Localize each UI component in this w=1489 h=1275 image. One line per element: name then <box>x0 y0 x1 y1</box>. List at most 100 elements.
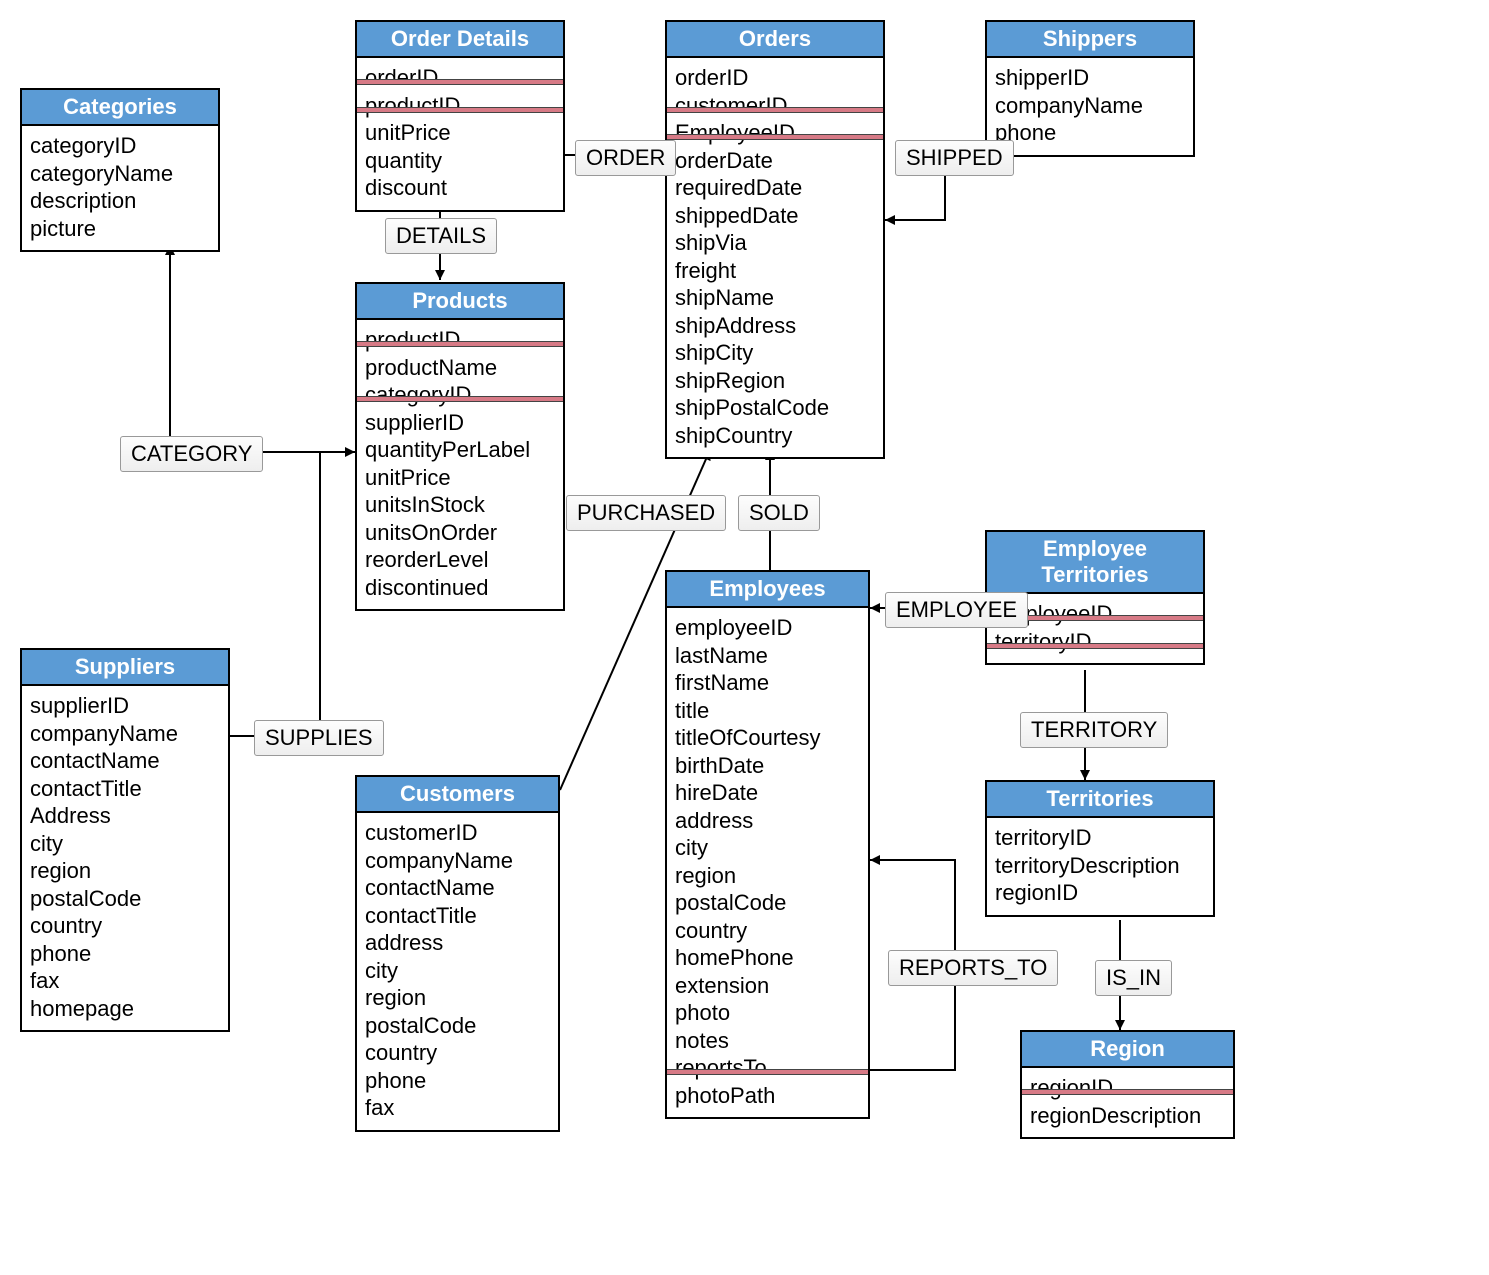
field-supplierID: supplierID <box>365 409 555 437</box>
rel-details: DETAILS <box>385 218 497 254</box>
field-contactName: contactName <box>365 874 550 902</box>
rel-is-in: IS_IN <box>1095 960 1172 996</box>
field-photo: photo <box>675 999 860 1027</box>
field-region: region <box>365 984 550 1012</box>
field-regionID: regionID <box>995 879 1205 907</box>
entity-header: Employee Territories <box>987 532 1203 594</box>
rel-employee: EMPLOYEE <box>885 592 1028 628</box>
entity-territories[interactable]: TerritoriesterritoryIDterritoryDescripti… <box>985 780 1215 917</box>
field-fax: fax <box>30 967 220 995</box>
field-city: city <box>365 957 550 985</box>
field-categoryID: categoryID <box>365 381 555 409</box>
field-productName: productName <box>365 354 555 382</box>
field-postalCode: postalCode <box>365 1012 550 1040</box>
entity-region[interactable]: RegionregionIDregionDescription <box>1020 1030 1235 1139</box>
field-description: description <box>30 187 210 215</box>
field-contactTitle: contactTitle <box>365 902 550 930</box>
field-city: city <box>30 830 220 858</box>
rel-sold: SOLD <box>738 495 820 531</box>
field-country: country <box>365 1039 550 1067</box>
field-picture: picture <box>30 215 210 243</box>
field-contactTitle: contactTitle <box>30 775 220 803</box>
entity-header: Shippers <box>987 22 1193 58</box>
field-country: country <box>675 917 860 945</box>
entity-body: regionIDregionDescription <box>1022 1068 1233 1137</box>
field-employeeID: employeeID <box>675 614 860 642</box>
field-categoryName: categoryName <box>30 160 210 188</box>
field-Address: Address <box>30 802 220 830</box>
entity-header: Categories <box>22 90 218 126</box>
entity-orders[interactable]: Orders orderIDcustomerIDEmployeeIDorderDa… <box>665 20 885 459</box>
field-customerID: customerID <box>365 819 550 847</box>
entity-header: Employees <box>667 572 868 608</box>
entity-body: productIDproductNamecategoryIDsupplierID… <box>357 320 563 609</box>
field-companyName: companyName <box>995 92 1185 120</box>
rel-reports-to: REPORTS_TO <box>888 950 1058 986</box>
field-requiredDate: requiredDate <box>675 174 875 202</box>
field-shipCity: shipCity <box>675 339 875 367</box>
field-country: country <box>30 912 220 940</box>
entity-body: shipperIDcompanyNamephone <box>987 58 1193 155</box>
field-companyName: companyName <box>365 847 550 875</box>
field-shippedDate: shippedDate <box>675 202 875 230</box>
entity-header: Customers <box>357 777 558 813</box>
entity-shippers[interactable]: ShippersshipperIDcompanyNamephone <box>985 20 1195 157</box>
rel-order: ORDER <box>575 140 676 176</box>
entity-body: orderIDproductIDunitPricequantitydiscoun… <box>357 58 563 210</box>
field-unitPrice: unitPrice <box>365 464 555 492</box>
field-shipPostalCode: shipPostalCode <box>675 394 875 422</box>
field-contactName: contactName <box>30 747 220 775</box>
field-productID: productID <box>365 326 555 354</box>
field-photoPath: photoPath <box>675 1082 860 1110</box>
field-unitPrice: unitPrice <box>365 119 555 147</box>
field-homepage: homepage <box>30 995 220 1023</box>
entity-body: employeeIDlastNamefirstNametitletitleOfC… <box>667 608 868 1117</box>
entity-header: Orders <box>667 22 883 58</box>
rel-purchased: PURCHASED <box>566 495 726 531</box>
field-customerID: customerID <box>675 92 875 120</box>
field-territoryDescription: territoryDescription <box>995 852 1205 880</box>
field-hireDate: hireDate <box>675 779 860 807</box>
field-shipRegion: shipRegion <box>675 367 875 395</box>
entity-header: Suppliers <box>22 650 228 686</box>
field-reorderLevel: reorderLevel <box>365 546 555 574</box>
rel-category: CATEGORY <box>120 436 263 472</box>
field-discontinued: discontinued <box>365 574 555 602</box>
field-territoryID: territoryID <box>995 628 1195 656</box>
field-orderDate: orderDate <box>675 147 875 175</box>
field-EmployeeID: EmployeeID <box>675 119 875 147</box>
entity-header: Region <box>1022 1032 1233 1068</box>
field-city: city <box>675 834 860 862</box>
field-companyName: companyName <box>30 720 220 748</box>
entity-body: supplierIDcompanyNamecontactNamecontactT… <box>22 686 228 1030</box>
field-birthDate: birthDate <box>675 752 860 780</box>
field-categoryID: categoryID <box>30 132 210 160</box>
rel-supplies: SUPPLIES <box>254 720 384 756</box>
entity-body: categoryIDcategoryNamedescriptionpicture <box>22 126 218 250</box>
field-region: region <box>30 857 220 885</box>
field-phone: phone <box>995 119 1185 147</box>
field-address: address <box>675 807 860 835</box>
field-firstName: firstName <box>675 669 860 697</box>
field-address: address <box>365 929 550 957</box>
field-titleOfCourtesy: titleOfCourtesy <box>675 724 860 752</box>
field-productID: productID <box>365 92 555 120</box>
entity-order-details[interactable]: Order DetailsorderIDproductIDunitPricequ… <box>355 20 565 212</box>
field-shipName: shipName <box>675 284 875 312</box>
field-orderID: orderID <box>675 64 875 92</box>
entity-customers[interactable]: Customers customerIDcompanyNamecontactNam… <box>355 775 560 1132</box>
entity-employees[interactable]: EmployeesemployeeIDlastNamefirstNametitl… <box>665 570 870 1119</box>
entity-categories[interactable]: CategoriescategoryIDcategoryNamedescript… <box>20 88 220 252</box>
field-phone: phone <box>365 1067 550 1095</box>
field-shipperID: shipperID <box>995 64 1185 92</box>
entity-suppliers[interactable]: SupplierssupplierIDcompanyNamecontactNam… <box>20 648 230 1032</box>
field-reportsTo: reportsTo <box>675 1054 860 1082</box>
field-notes: notes <box>675 1027 860 1055</box>
field-extension: extension <box>675 972 860 1000</box>
er-diagram: CategoriescategoryIDcategoryNamedescript… <box>20 20 1469 1215</box>
entity-body: territoryIDterritoryDescriptionregionID <box>987 818 1213 915</box>
field-freight: freight <box>675 257 875 285</box>
entity-products[interactable]: ProductsproductIDproductNamecategoryIDsu… <box>355 282 565 611</box>
field-regionDescription: regionDescription <box>1030 1102 1225 1130</box>
field-unitsOnOrder: unitsOnOrder <box>365 519 555 547</box>
